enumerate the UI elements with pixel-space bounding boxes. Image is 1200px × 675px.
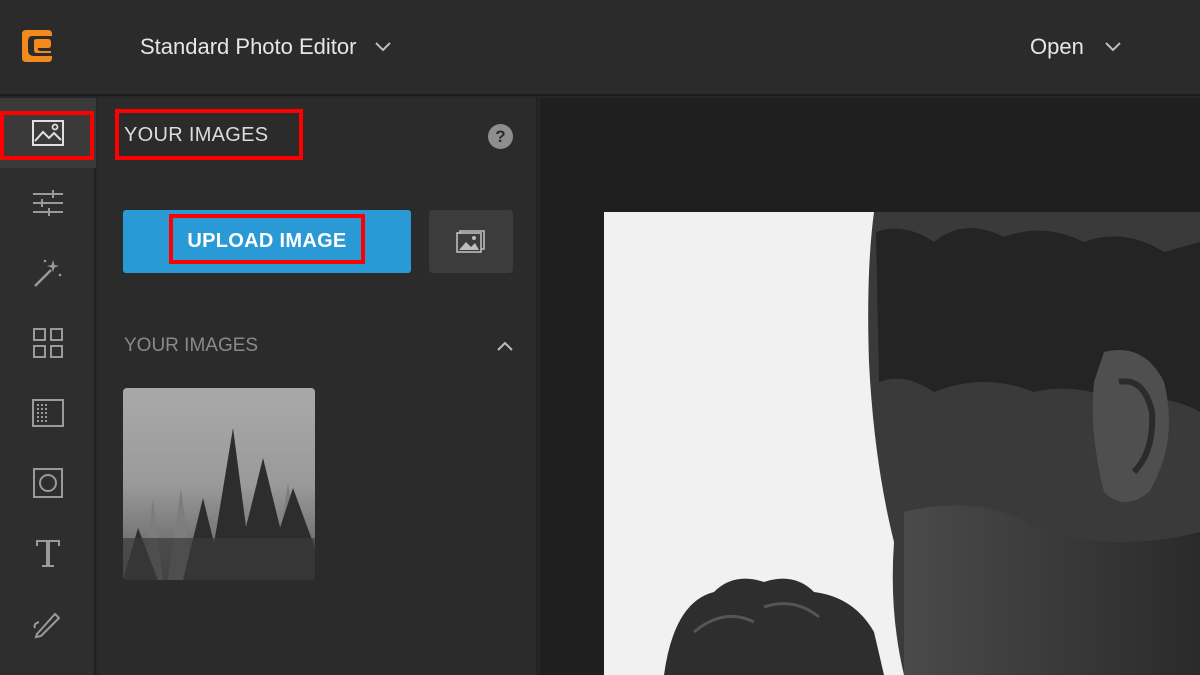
chevron-down-icon — [1105, 42, 1121, 52]
tool-draw[interactable] — [0, 588, 96, 658]
editor-canvas[interactable] — [540, 98, 1200, 675]
upload-image-button[interactable]: UPLOAD IMAGE — [123, 210, 411, 273]
magic-wand-icon — [34, 259, 62, 287]
sliders-icon — [33, 190, 63, 216]
tool-effects[interactable] — [0, 238, 96, 308]
chevron-up-icon — [497, 341, 513, 351]
import-image-button[interactable] — [429, 210, 513, 273]
image-icon — [32, 120, 64, 146]
tool-text[interactable] — [0, 518, 96, 588]
help-icon[interactable]: ? — [488, 124, 513, 149]
tool-adjustments[interactable] — [0, 168, 96, 238]
editor-mode-dropdown[interactable]: Standard Photo Editor — [140, 30, 392, 64]
tool-overlays[interactable] — [0, 308, 96, 378]
brush-icon — [33, 612, 61, 639]
image-thumbnail[interactable] — [123, 388, 315, 580]
forest-thumbnail-image — [123, 388, 315, 580]
images-icon — [456, 229, 485, 253]
images-panel: YOUR IMAGES ? UPLOAD IMAGE YOUR IMAGES — [98, 98, 538, 675]
chevron-down-icon — [375, 42, 392, 52]
top-bar: Standard Photo Editor Open — [0, 0, 1200, 96]
frame-icon — [33, 468, 63, 498]
app-logo[interactable] — [18, 28, 54, 64]
portrait-photo — [604, 212, 1200, 675]
your-images-section-toggle[interactable]: YOUR IMAGES — [124, 333, 514, 359]
grid-icon — [33, 328, 63, 358]
open-menu-label: Open — [1030, 34, 1084, 59]
tool-textures[interactable] — [0, 378, 96, 448]
texture-icon — [32, 399, 64, 427]
editor-mode-label: Standard Photo Editor — [140, 34, 357, 59]
text-icon — [36, 540, 60, 567]
panel-title: YOUR IMAGES — [124, 124, 269, 146]
section-title: YOUR IMAGES — [124, 335, 259, 356]
open-menu-dropdown[interactable]: Open — [1030, 30, 1122, 64]
tool-frames[interactable] — [0, 448, 96, 518]
photo-preview — [604, 212, 1200, 675]
tool-sidebar — [0, 98, 96, 675]
tool-images[interactable] — [0, 98, 96, 168]
